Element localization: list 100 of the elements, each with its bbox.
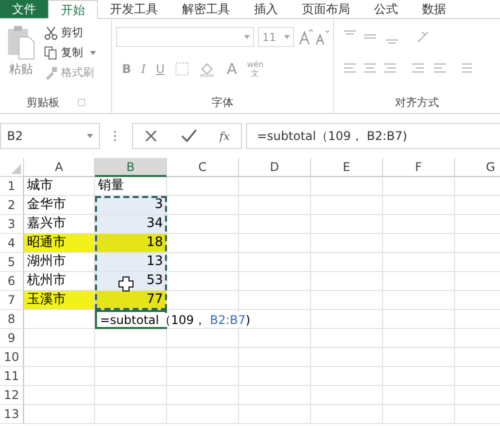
insert-function-button[interactable]: fx [219,130,230,142]
grip-icon [114,131,118,141]
table-cell [24,329,95,348]
table-cell [383,234,455,253]
column-header[interactable]: E [311,158,383,177]
ribbon-tab[interactable]: 插入 [242,0,290,18]
table-cell [311,291,383,310]
row-header[interactable]: 8 [0,310,24,329]
table-cell [95,405,167,424]
row-header[interactable]: 13 [0,405,24,424]
ribbon-tab[interactable]: 开始 [48,0,98,19]
launcher-icon [78,99,84,106]
table-cell: 玉溪市 [24,291,95,310]
table-cell [24,348,95,367]
row-header[interactable]: 3 [0,215,24,234]
table-cell [24,310,95,329]
table-cell [239,272,311,291]
table-cell [239,234,311,253]
row-header[interactable]: 1 [0,177,24,196]
row-header[interactable]: 6 [0,272,24,291]
table-cell [167,405,239,424]
column-header[interactable]: C [167,158,239,177]
select-all-icon[interactable] [11,164,21,174]
table-cell [95,329,167,348]
fill-bucket-icon[interactable] [198,61,217,77]
table-cell [167,177,239,196]
table-cell [239,367,311,386]
borders-icon[interactable] [174,61,189,77]
table-cell [383,291,455,310]
table-cell [383,329,455,348]
table-cell [311,310,383,329]
table-cell [167,291,239,310]
table-cell [95,367,167,386]
table-cell: 34 [95,215,167,234]
caret-icon[interactable] [90,50,96,54]
group-label: 字体 [212,95,234,110]
ribbon-tab[interactable]: 解密工具 [170,0,242,18]
table-cell [24,405,95,424]
column-header[interactable]: D [239,158,311,177]
table-cell [383,272,455,291]
table-cell: 城市 [24,177,95,196]
row-header[interactable]: 9 [0,329,24,348]
table-cell [239,177,311,196]
caret-icon[interactable] [284,35,290,39]
table-cell [167,367,239,386]
table-cell [383,310,455,329]
group-label: 剪贴板 [26,95,60,110]
table-cell: 13 [95,253,167,272]
caret-icon[interactable] [244,35,250,39]
clipboard-icon [6,25,36,61]
table-cell [383,215,455,234]
table-cell [167,196,239,215]
table-cell [383,177,455,196]
ribbon-tab[interactable]: 公式 [362,0,410,18]
table-cell [311,196,383,215]
column-header[interactable]: F [383,158,455,177]
font-size-adjust-icon[interactable] [298,28,329,46]
table-cell [167,253,239,272]
checkmark-icon[interactable] [180,129,197,143]
table-cell [311,177,383,196]
row-header[interactable]: 12 [0,386,24,405]
cancel-icon[interactable] [144,129,158,143]
caret-icon[interactable] [87,134,93,138]
table-cell [239,348,311,367]
column-header[interactable]: G [455,158,500,177]
table-cell [24,367,95,386]
brush-icon [44,66,58,80]
table-cell [95,348,167,367]
table-cell: 77 [95,291,167,310]
row-header[interactable]: 2 [0,196,24,215]
formula-field[interactable]: =subtotal（109， B2:B7) [246,123,500,149]
table-cell [239,291,311,310]
table-cell [383,367,455,386]
table-cell [383,196,455,215]
ribbon-tab[interactable]: 文件 [0,0,48,18]
font-name-field[interactable] [116,27,254,47]
table-cell [239,329,311,348]
paste-button[interactable]: 粘贴 [4,25,38,80]
table-cell [311,386,383,405]
ribbon-tab[interactable]: 数据 [410,0,458,18]
column-header[interactable]: B [95,158,167,177]
table-cell [311,234,383,253]
table-cell [311,405,383,424]
table-cell [239,405,311,424]
row-header[interactable]: 11 [0,367,24,386]
table-cell [167,348,239,367]
cross-cursor-icon [118,276,134,292]
ribbon-tab[interactable]: 开发工具 [98,0,170,18]
copy-button[interactable]: 复制 [44,45,96,60]
formula-cell-edit[interactable]: =subtotal（109， B2:B7) [100,313,252,327]
ribbon-tab[interactable]: 页面布局 [290,0,362,18]
copy-icon [44,46,58,60]
cut-button[interactable]: 剪切 [44,25,96,40]
row-header[interactable]: 10 [0,348,24,367]
table-cell [95,386,167,405]
row-header[interactable]: 5 [0,253,24,272]
group-label: 对齐方式 [395,95,439,110]
table-cell [383,253,455,272]
name-box[interactable]: B2 [0,123,100,149]
table-cell [311,253,383,272]
